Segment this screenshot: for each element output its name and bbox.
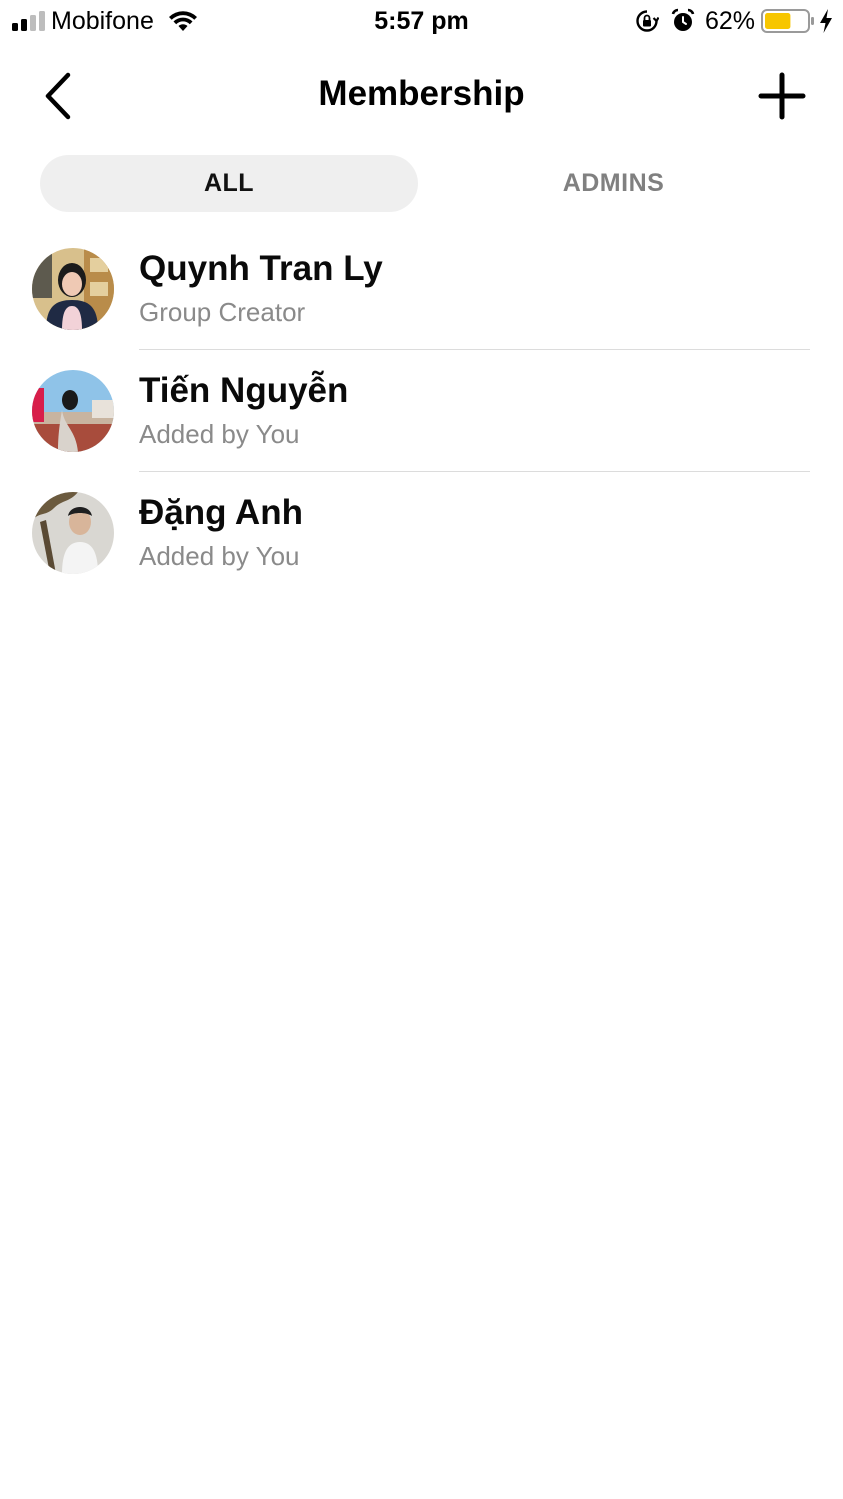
rotation-lock-icon	[636, 10, 659, 32]
member-row[interactable]: Quynh Tran Ly Group Creator	[0, 228, 843, 350]
charging-bolt-icon	[820, 9, 832, 33]
member-added-by: Added by You	[139, 419, 300, 449]
avatar	[32, 248, 114, 330]
plus-icon	[758, 72, 806, 120]
status-bar: Mobifone 5:57 pm 62%	[0, 0, 843, 44]
tab-all[interactable]: ALL	[40, 155, 418, 212]
battery-icon	[761, 9, 814, 33]
member-name: Đặng Anh	[139, 493, 303, 532]
member-list: Quynh Tran Ly Group Creator Tiến Nguyễn …	[0, 228, 843, 594]
member-role: Group Creator	[139, 297, 306, 327]
nav-bar: Membership	[0, 50, 843, 140]
tab-admins[interactable]: ADMINS	[422, 155, 805, 212]
avatar	[32, 370, 114, 452]
page-title: Membership	[318, 74, 525, 113]
battery-percent: 62%	[705, 7, 756, 35]
alarm-icon	[671, 8, 695, 31]
member-row[interactable]: Tiến Nguyễn Added by You	[0, 350, 843, 472]
add-member-button[interactable]	[752, 66, 812, 126]
segmented-tabs: ALL ADMINS	[40, 155, 805, 212]
member-name: Tiến Nguyễn	[139, 371, 349, 410]
member-added-by: Added by You	[139, 541, 300, 571]
member-name: Quynh Tran Ly	[139, 249, 383, 288]
member-row[interactable]: Đặng Anh Added by You	[0, 472, 843, 594]
avatar	[32, 492, 114, 574]
